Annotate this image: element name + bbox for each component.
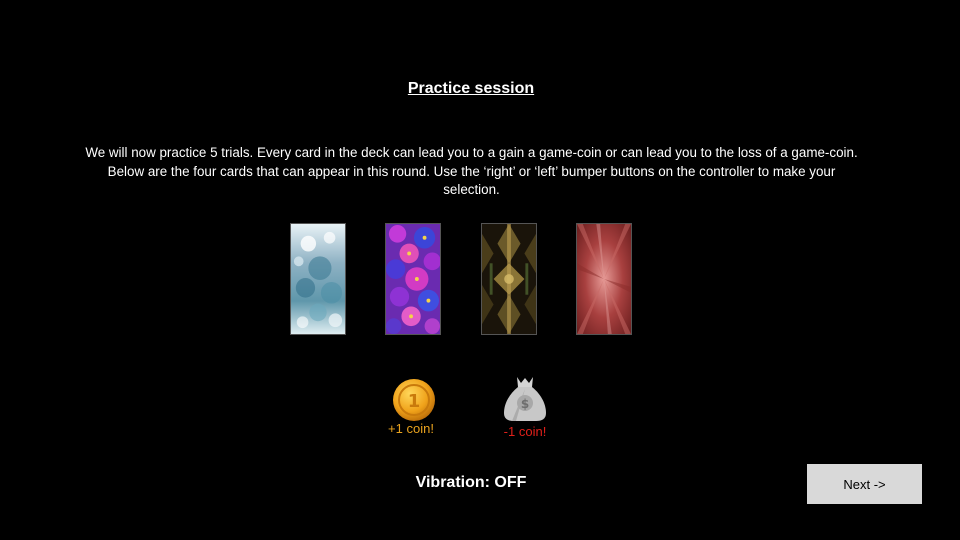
money-bag-icon: $ (502, 375, 548, 423)
next-button[interactable]: Next -> (807, 464, 922, 504)
vibration-status: Vibration: OFF (415, 474, 527, 491)
gain-label: +1 coin! (388, 421, 434, 436)
card-purple-flower (385, 223, 441, 335)
gold-coin-icon: 1 (392, 378, 436, 422)
card-gold-fractal (481, 223, 537, 335)
svg-text:$: $ (521, 397, 529, 411)
instructions-text: We will now practice 5 trials. Every car… (85, 145, 858, 197)
card-blue-ice-image (291, 224, 345, 334)
page-title: Practice session (407, 80, 535, 97)
card-red-burst (576, 223, 632, 335)
card-purple-flower-image (386, 224, 440, 334)
loss-label: -1 coin! (503, 424, 547, 439)
card-red-burst-image (577, 224, 631, 334)
practice-screen: Practice session We will now practice 5 … (0, 0, 960, 540)
card-blue-ice (290, 223, 346, 335)
svg-text:1: 1 (408, 391, 421, 412)
card-gold-fractal-image (482, 224, 536, 334)
